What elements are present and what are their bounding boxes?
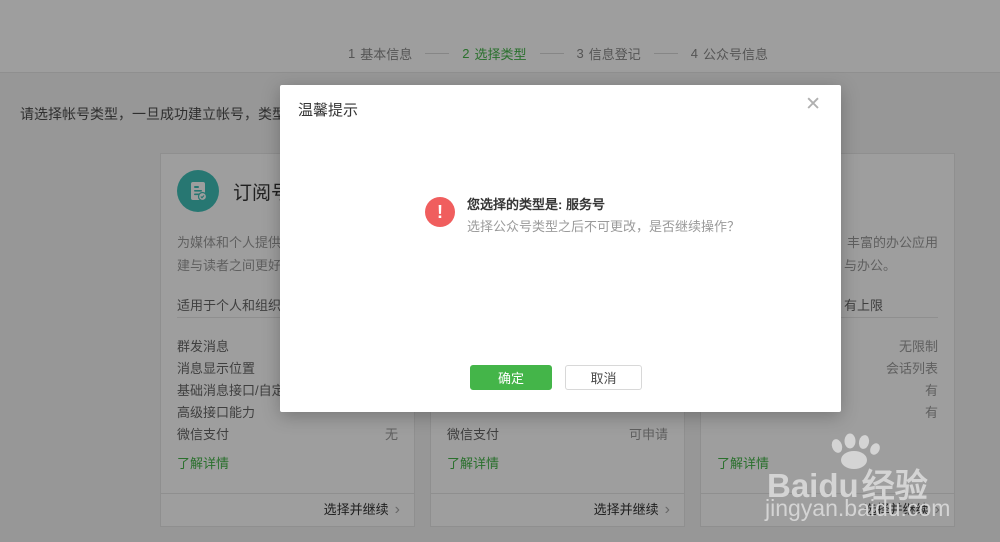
dialog-message-line1: 您选择的类型是: 服务号 <box>467 195 740 215</box>
baidu-jingyan-watermark: Baidu经验 jingyan.baidu.com <box>763 433 963 528</box>
dialog-message-line2: 选择公众号类型之后不可更改，是否继续操作？ <box>467 217 740 237</box>
confirm-button[interactable]: 确定 <box>470 365 552 390</box>
cancel-button[interactable]: 取消 <box>565 365 642 390</box>
confirm-dialog: 温馨提示 ✕ ! 您选择的类型是: 服务号 选择公众号类型之后不可更改，是否继续… <box>280 85 841 412</box>
watermark-url: jingyan.baidu.com <box>765 495 950 522</box>
page: 1 基本信息 2 选择类型 3 信息登记 4 公众号信息 请选择帐号类型，一旦成… <box>0 0 1000 542</box>
dialog-buttons: 确定 取消 <box>470 365 642 390</box>
exclamation-icon: ! <box>425 197 455 227</box>
close-icon[interactable]: ✕ <box>805 95 821 114</box>
dialog-message: 您选择的类型是: 服务号 选择公众号类型之后不可更改，是否继续操作？ <box>467 195 740 237</box>
dialog-title: 温馨提示 <box>298 99 358 120</box>
